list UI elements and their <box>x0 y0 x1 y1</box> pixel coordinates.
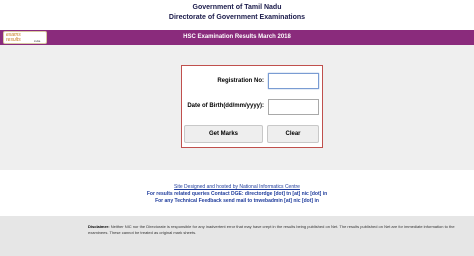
nic-link[interactable]: Site Designed and hosted by National Inf… <box>0 184 474 190</box>
disclaimer-body: Neither NIC nor the Directorate is respo… <box>88 224 455 235</box>
directorate-title: Directorate of Government Examinations <box>168 14 306 21</box>
results-banner: exams results india HSC Examination Resu… <box>0 30 474 45</box>
registration-input[interactable] <box>268 73 319 89</box>
dob-input[interactable] <box>268 99 319 115</box>
queries-contact: For results related queries Contact DGE:… <box>146 191 328 197</box>
results-login-form: Registration No: Date of Birth(dd/mm/yyy… <box>181 65 323 148</box>
disclaimer-text: Disclaimer: Neither NIC nor the Director… <box>88 224 466 236</box>
get-marks-button[interactable]: Get Marks <box>184 125 263 143</box>
site-header: Government of Tamil Nadu Directorate of … <box>0 0 474 27</box>
dob-label: Date of Birth(dd/mm/yyyy): <box>187 103 264 109</box>
registration-label: Registration No: <box>217 78 264 84</box>
disclaimer-section: Disclaimer: Neither NIC nor the Director… <box>0 216 474 256</box>
disclaimer-label: Disclaimer: <box>88 224 110 229</box>
banner-title: HSC Examination Results March 2018 <box>183 34 291 40</box>
clear-button[interactable]: Clear <box>267 125 319 143</box>
feedback-contact: For any Technical Feedback send mail to … <box>155 198 319 204</box>
government-title: Government of Tamil Nadu <box>192 4 282 11</box>
